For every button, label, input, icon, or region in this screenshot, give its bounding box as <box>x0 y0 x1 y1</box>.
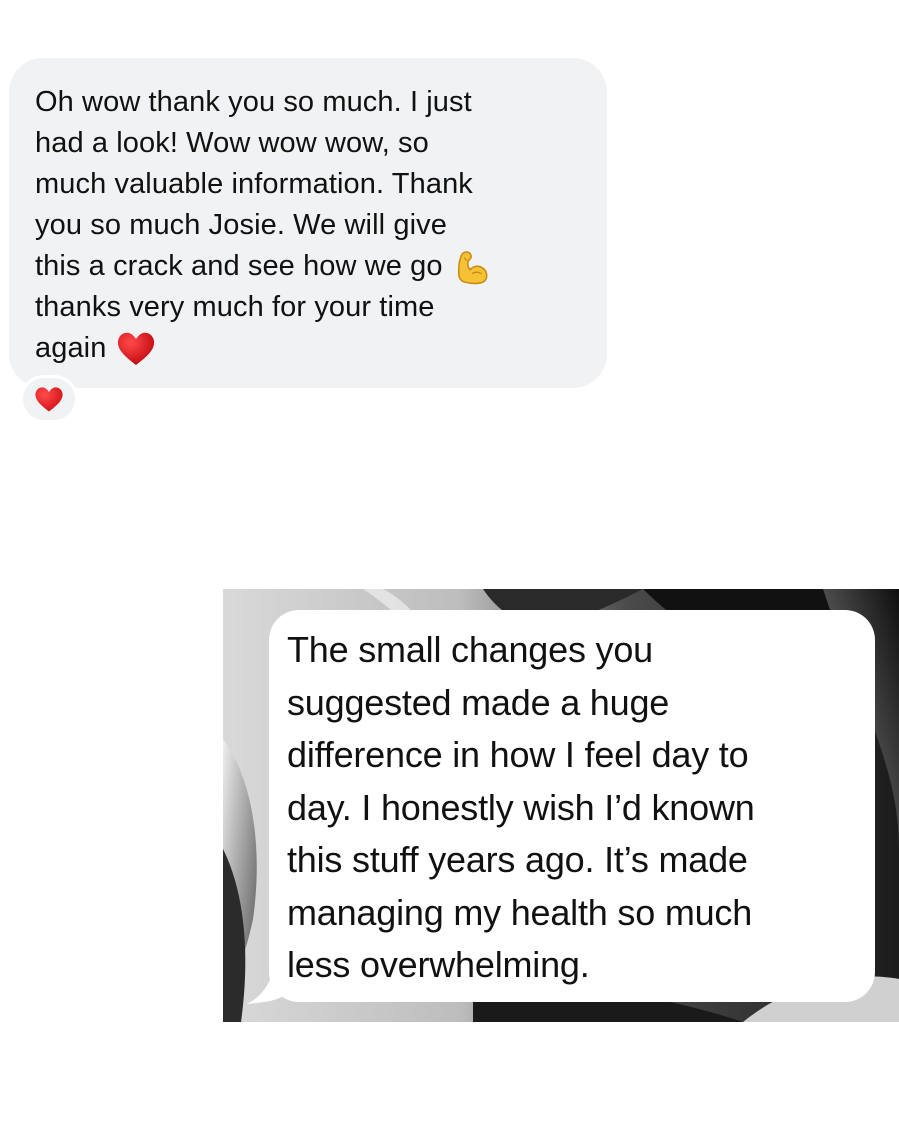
message-line: Oh wow thank you so much. I just <box>35 86 472 118</box>
red-heart-icon <box>35 386 63 411</box>
message-line: day. I honestly wish I’d known <box>287 786 755 828</box>
message-line: thanks very much for your time <box>35 291 435 323</box>
message-line: managing my health so much <box>287 891 753 933</box>
reaction-badge[interactable] <box>20 375 78 423</box>
flexed-biceps-icon <box>457 250 488 284</box>
message-line: you so much Josie. We will give <box>35 209 447 241</box>
message-line: again <box>35 328 587 369</box>
message-line: less overwhelming. <box>287 944 590 985</box>
message-line: suggested made a huge <box>287 681 670 723</box>
message-line: had a look! Wow wow wow, so <box>35 127 429 159</box>
message-bubble-received[interactable]: The small changes you suggested made a h… <box>269 610 875 1002</box>
red-heart-icon <box>118 332 155 365</box>
message-line: this stuff years ago. It’s made <box>287 839 748 880</box>
message-line: difference in how I feel day to <box>287 734 749 775</box>
message-line: The small changes you <box>287 629 653 670</box>
message-bubble-received[interactable]: Oh wow thank you so much. I just had a l… <box>9 58 607 388</box>
message-line: much valuable information. Thank <box>35 168 473 200</box>
message-line: this a crack and see how we go <box>35 246 587 287</box>
